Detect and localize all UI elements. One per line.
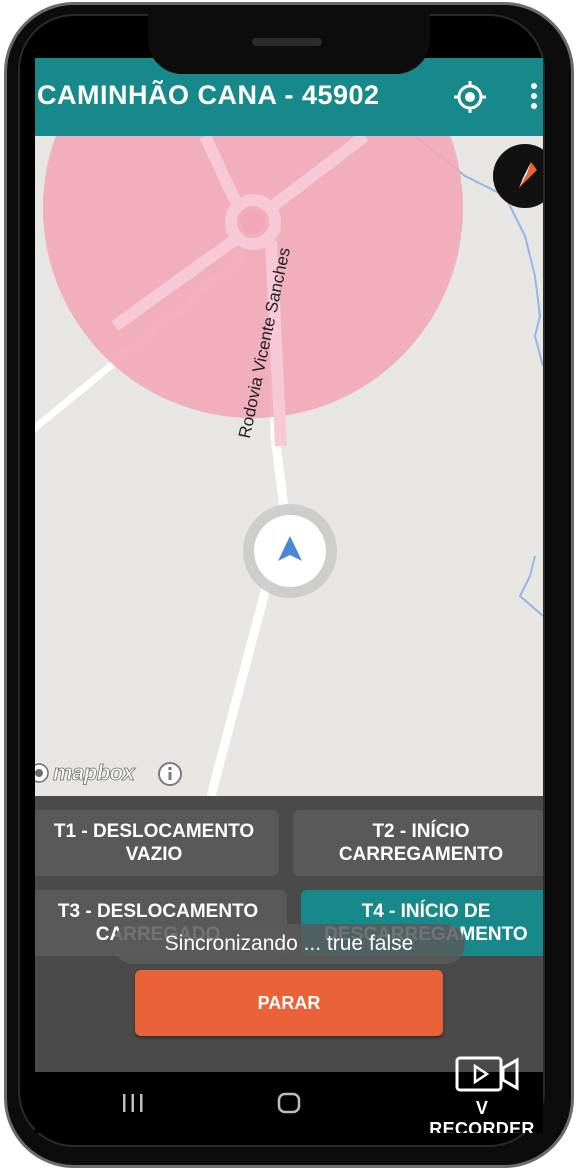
recorder-overlay[interactable]: V RECORDER (423, 1054, 541, 1133)
phone-speaker (252, 38, 322, 46)
navigation-arrow-icon (242, 503, 338, 599)
recent-apps-icon[interactable] (120, 1092, 146, 1114)
map-view[interactable]: Rodovia Vicente Sanches mapbox (35, 136, 543, 796)
compass-icon[interactable] (493, 144, 543, 208)
task-button-t2[interactable]: T2 - INÍCIO CARREGAMENTO (293, 810, 543, 876)
task-panel: T1 - DESLOCAMENTO VAZIO T2 - INÍCIO CARR… (35, 796, 543, 1072)
system-nav-bar: V RECORDER (35, 1056, 543, 1133)
stop-button[interactable]: PARAR (135, 970, 443, 1036)
mapbox-wordmark: mapbox (53, 760, 136, 786)
info-icon[interactable] (157, 761, 183, 787)
my-location-icon[interactable] (453, 80, 487, 114)
home-icon[interactable] (276, 1090, 302, 1116)
screen: CAMINHÃO CANA - 45902 Rodovia Vicente Sa… (35, 58, 543, 1133)
video-recorder-icon (455, 1054, 519, 1094)
recorder-label: V RECORDER (429, 1098, 535, 1133)
page-title: CAMINHÃO CANA - 45902 (37, 80, 380, 110)
mapbox-logo: mapbox (35, 760, 136, 786)
task-button-t1[interactable]: T1 - DESLOCAMENTO VAZIO (35, 810, 279, 876)
more-vert-icon[interactable] (529, 82, 539, 112)
sync-toast: Sincronizando ... true false (113, 924, 465, 964)
